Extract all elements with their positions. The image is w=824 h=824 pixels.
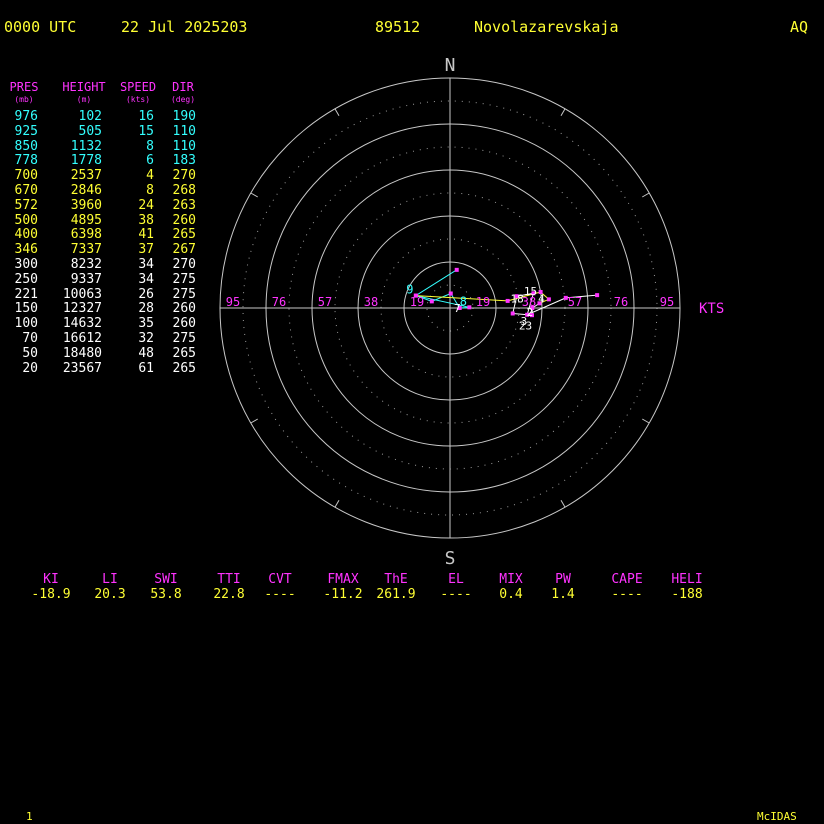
index-label-pw: PW [555, 572, 571, 587]
ring-label: 19 [410, 295, 424, 309]
hodograph-point [454, 267, 459, 272]
hodograph-height-label: 2 [526, 306, 533, 319]
hodograph-point [510, 311, 515, 316]
hodograph-point [467, 305, 472, 310]
compass-north: N [445, 55, 456, 76]
stability-indices: KI -18.9 LI 20.3 SWI 53.8 TTI 22.8 CVT ---- FMAX -1… [0, 572, 824, 612]
hodograph-height-label: 4 [538, 292, 545, 305]
hodograph-tick [250, 418, 258, 424]
hodograph-labels: NSKTS95 76 57 38 19 19 38 57 76 95897181542323 [226, 55, 725, 569]
ring-label: 38 [364, 295, 378, 309]
hodograph-chart: NSKTS95 76 57 38 19 19 38 57 76 95897181542323 [219, 55, 725, 569]
hodograph-point [448, 291, 453, 296]
ring-label: 76 [614, 295, 628, 309]
ring-label: 95 [226, 295, 240, 309]
index-value-heli: -188 [671, 587, 703, 602]
hodograph-tick [642, 192, 650, 198]
hodograph-grid [219, 77, 681, 539]
index-label-heli: HELI [671, 572, 703, 587]
hodograph-point-label: 8 [460, 294, 467, 308]
index-value-cvt: ---- [264, 587, 296, 602]
hodograph-height-label: 7 [454, 302, 461, 315]
hodograph-tick [334, 108, 340, 116]
hodograph-tick [250, 192, 258, 198]
index-value-pw: 1.4 [551, 587, 575, 602]
index-value-swi: 53.8 [150, 587, 182, 602]
hodograph-tick [560, 108, 566, 116]
index-label-swi: SWI [154, 572, 178, 587]
ring-label: 19 [476, 295, 490, 309]
hodograph-tick [334, 500, 340, 508]
hodograph-point [546, 297, 551, 302]
hodograph-height-label: 15 [524, 285, 537, 298]
hodograph-tick [560, 500, 566, 508]
speed-unit-label: KTS [699, 301, 724, 317]
index-label-cvt: CVT [268, 572, 292, 587]
hodograph-height-label: 23 [519, 319, 532, 332]
footer-brand: McIDAS [757, 810, 797, 823]
ring-label: 57 [318, 295, 332, 309]
hodograph-point [505, 298, 510, 303]
ring-label: 57 [568, 295, 582, 309]
hodograph-point [429, 299, 434, 304]
hodograph-height-label: 18 [511, 293, 524, 306]
ring-label: 76 [272, 295, 286, 309]
hodograph-point-label: 9 [406, 283, 413, 297]
ring-label: 95 [660, 295, 674, 309]
hodograph-trace [413, 267, 600, 318]
hodograph-point [595, 293, 600, 298]
compass-south: S [445, 548, 456, 569]
footer-frame: 1 [26, 810, 33, 823]
hodograph-tick [642, 418, 650, 424]
